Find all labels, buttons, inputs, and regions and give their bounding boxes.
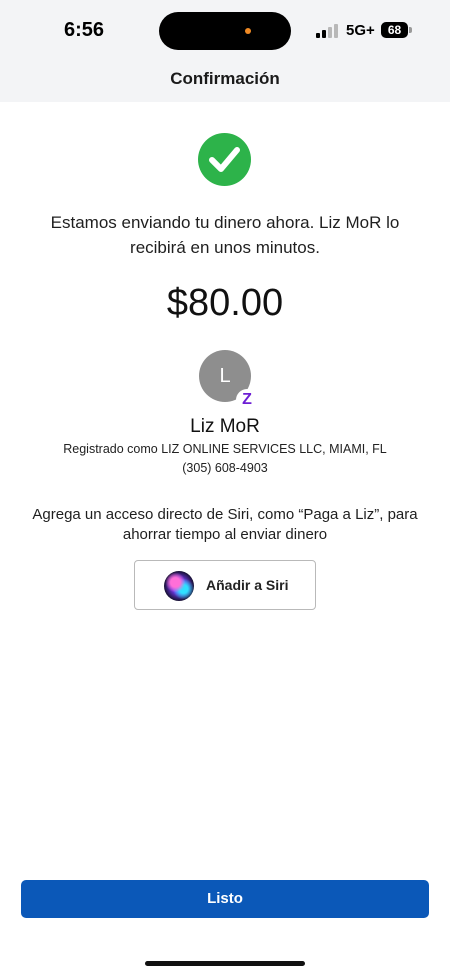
zelle-icon: Z — [236, 389, 258, 411]
status-bar: 6:56 5G+ 68 — [0, 0, 450, 62]
add-to-siri-label: Añadir a Siri — [206, 577, 289, 593]
battery-cap — [409, 27, 412, 33]
cellular-signal-icon — [316, 24, 340, 38]
done-label: Listo — [207, 890, 243, 907]
zelle-badge-letter: Z — [242, 391, 252, 408]
status-time: 6:56 — [64, 19, 105, 41]
privacy-indicator-dot — [245, 28, 251, 34]
home-indicator[interactable] — [145, 961, 305, 966]
recipient-registration: Registrado como LIZ ONLINE SERVICES LLC,… — [63, 442, 387, 456]
network-type: 5G+ — [346, 22, 375, 39]
recipient-name: Liz MoR — [190, 416, 260, 437]
done-button[interactable]: Listo — [21, 880, 429, 918]
siri-prompt: Agrega un acceso directo de Siri, como “… — [32, 506, 418, 543]
amount-sent: $80.00 — [166, 282, 284, 324]
checkmark-circle-icon — [198, 133, 251, 186]
battery-icon: 68 — [381, 22, 408, 38]
recipient-phone: (305) 608-4903 — [182, 461, 268, 475]
battery-level: 68 — [387, 23, 402, 37]
page-title: Confirmación — [170, 69, 280, 88]
confirmation-message: Estamos enviando tu dinero ahora. Liz Mo… — [50, 213, 400, 257]
add-to-siri-button[interactable]: Añadir a Siri — [134, 560, 316, 610]
nav-header: Confirmación — [0, 62, 450, 102]
dynamic-island — [159, 12, 291, 50]
siri-icon — [164, 571, 194, 601]
